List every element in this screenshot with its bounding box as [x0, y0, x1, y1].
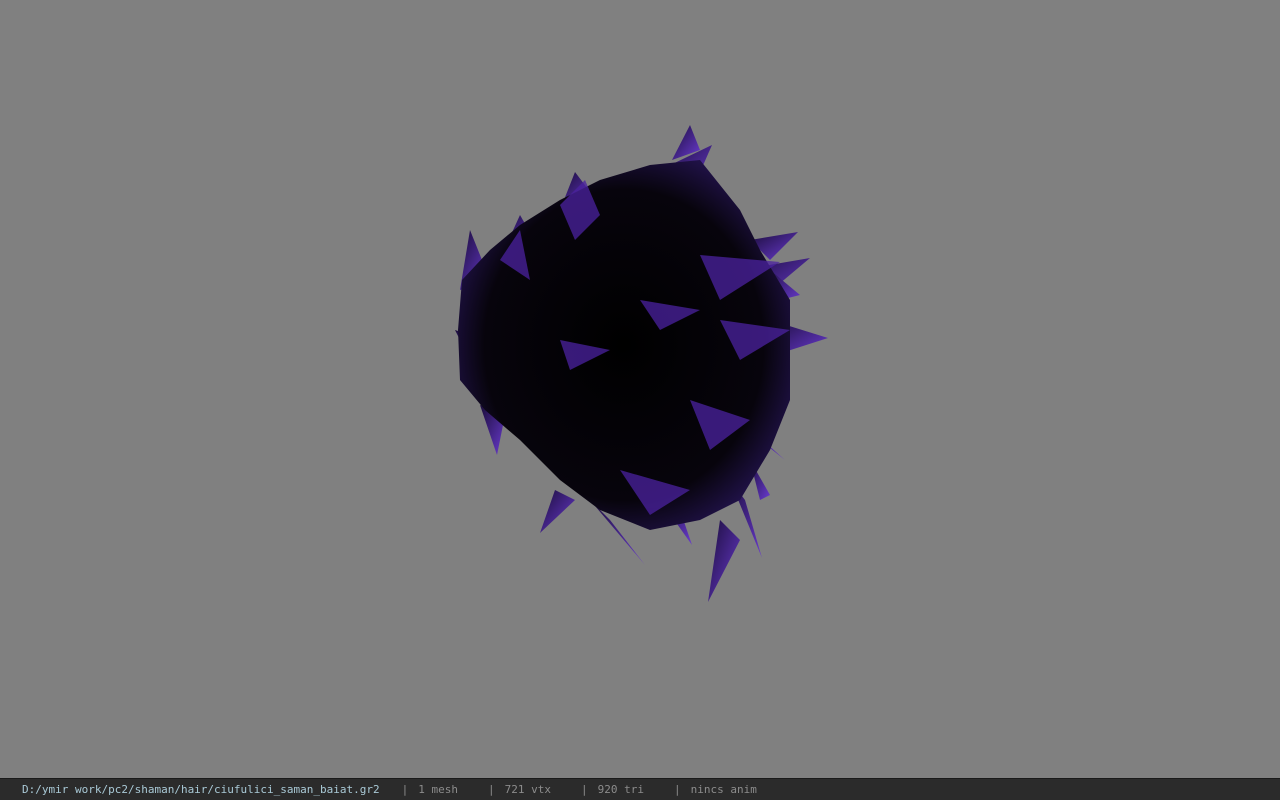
vertex-count-text: 721 vtx [504, 783, 551, 796]
3d-viewport[interactable] [0, 0, 1280, 778]
hair-mesh-model[interactable] [0, 0, 1280, 778]
triangle-count-text: 920 tri [597, 783, 644, 796]
separator: | [401, 783, 409, 796]
status-bar: D:/ymir work/pc2/shaman/hair/ciufulici_s… [0, 778, 1280, 800]
separator: | [673, 783, 681, 796]
file-path-text: D:/ymir work/pc2/shaman/hair/ciufulici_s… [22, 783, 380, 796]
separator: | [488, 783, 495, 796]
anim-status-text: nincs anim [690, 783, 757, 796]
separator: | [580, 783, 588, 796]
mesh-count-text: 1 mesh [418, 783, 458, 796]
